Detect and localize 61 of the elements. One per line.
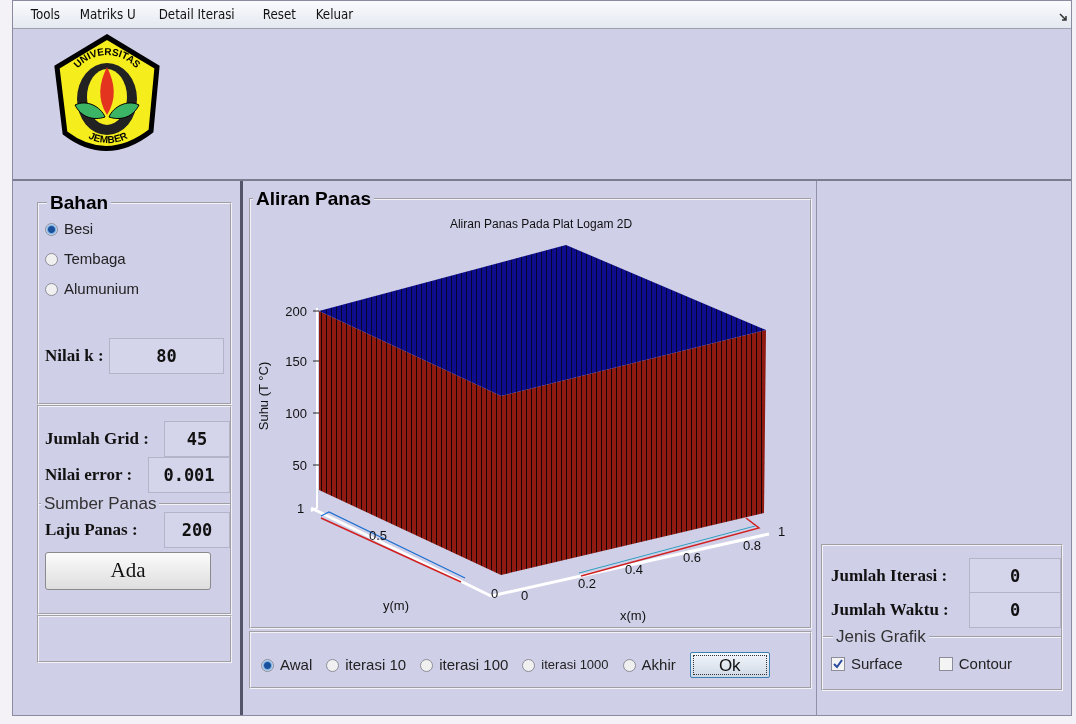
chart-title: Aliran Panas Pada Plat Logam 2D xyxy=(449,217,633,231)
radio-button[interactable] xyxy=(420,658,434,672)
ok-button[interactable]: Ok xyxy=(689,652,770,678)
radio-button[interactable] xyxy=(326,658,340,672)
menu-item[interactable]: Keluar xyxy=(307,4,361,25)
menu-item[interactable]: Tools xyxy=(23,4,68,25)
radio-option[interactable]: Besi xyxy=(45,214,224,244)
ada-button[interactable]: Ada xyxy=(45,552,211,590)
field-label: Nilai error : xyxy=(45,464,133,487)
radio-option[interactable]: Alumunium xyxy=(45,274,224,304)
field-label: Laju Panas : xyxy=(45,519,138,542)
tick-label: 1 xyxy=(297,501,305,516)
radio-option[interactable]: iterasi 100 xyxy=(420,650,509,680)
radio-button[interactable] xyxy=(261,658,274,672)
axis-label: y(m) xyxy=(383,598,409,613)
tick-label: 1 xyxy=(778,524,786,539)
menu-item[interactable]: Matriks U xyxy=(71,4,143,25)
group-title: Sumber Panas xyxy=(43,495,158,512)
radio-option[interactable]: Akhir xyxy=(622,650,676,680)
radio-button[interactable] xyxy=(522,658,536,672)
checkbox[interactable] xyxy=(831,657,845,671)
checkbox-option[interactable]: Contour xyxy=(938,649,1013,679)
radio-option[interactable]: Tembaga xyxy=(45,244,224,274)
axis-label: x(m) xyxy=(620,608,646,623)
tick-label: 0.8 xyxy=(743,538,762,553)
value-field[interactable]: 0 xyxy=(969,592,1061,628)
radio-option[interactable]: iterasi 10 xyxy=(326,650,407,680)
radio-button[interactable] xyxy=(622,658,636,672)
value-field[interactable]: 200 xyxy=(164,512,230,548)
radio-option[interactable]: Awal xyxy=(261,650,313,680)
group-title: Bahan xyxy=(49,193,110,212)
group-title: Aliran Panas xyxy=(255,189,373,208)
radio-button[interactable] xyxy=(45,222,58,236)
field-label: Nilai k : xyxy=(45,345,104,368)
tick-label: 50 xyxy=(292,458,307,473)
axis-label: Suhu (T °C) xyxy=(256,361,271,431)
menu-item[interactable]: Reset xyxy=(254,4,304,25)
field-label: Jumlah Iterasi : xyxy=(831,565,948,588)
field-label: Jumlah Waktu : xyxy=(831,599,949,622)
tick-label: 0.6 xyxy=(683,550,702,565)
tick-label: 100 xyxy=(285,406,307,421)
value-field[interactable]: 0.001 xyxy=(148,457,230,493)
arrow-icon[interactable] xyxy=(1059,12,1067,21)
tick-label: 150 xyxy=(285,354,307,369)
tick-label: 200 xyxy=(285,304,307,319)
tick-label: 0 xyxy=(491,586,499,601)
tick-label: 0 xyxy=(521,588,529,603)
field-label: Jumlah Grid : xyxy=(45,428,149,451)
checkbox[interactable] xyxy=(938,657,953,671)
value-field[interactable]: 0 xyxy=(969,558,1061,594)
tick-label: 0.2 xyxy=(578,576,597,591)
tick-label: 0.4 xyxy=(625,562,644,577)
value-field[interactable]: 45 xyxy=(164,421,230,457)
logo-text: JEMBER xyxy=(87,129,129,146)
radio-button[interactable] xyxy=(45,282,58,296)
radio-option[interactable]: iterasi 1000 xyxy=(522,650,609,680)
radio-button[interactable] xyxy=(45,252,58,266)
value-field[interactable]: 80 xyxy=(109,338,224,374)
checkbox-option[interactable]: Surface xyxy=(831,649,903,679)
group-title: Jenis Grafik xyxy=(835,628,927,645)
menu-item[interactable]: Detail Iterasi xyxy=(151,4,243,25)
